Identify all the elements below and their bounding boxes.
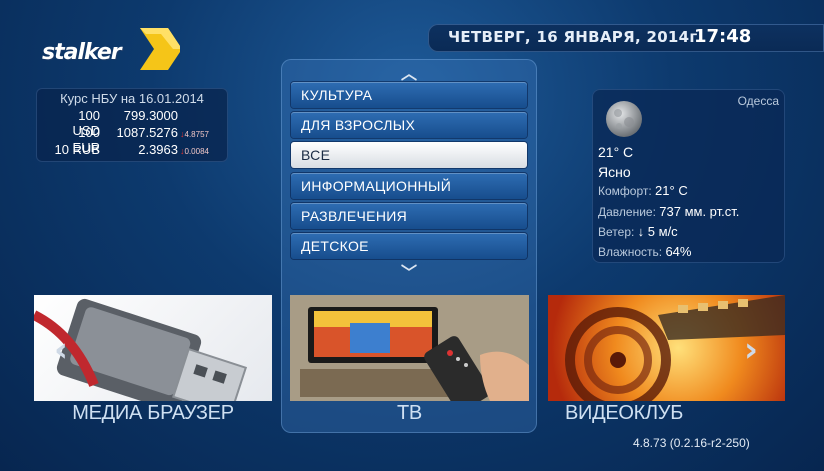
date-time-bar: ЧЕТВЕРГ, 16 ЯНВАРЯ, 2014г. 17:48 — [428, 24, 824, 52]
wind-label: Ветер: — [598, 225, 635, 239]
scroll-up-chevron-icon[interactable]: ︿ — [281, 60, 537, 84]
media-browser-label: МЕДИА БРАУЗЕР — [72, 402, 234, 424]
humidity-label: Влажность: — [598, 245, 663, 259]
scroll-down-chevron-icon[interactable]: ﹀ — [281, 259, 537, 283]
pressure-label: Давление: — [598, 205, 656, 219]
currency-change: ↓0.0084 — [180, 146, 209, 156]
weather-comfort: Комфорт: 21° C — [598, 183, 688, 198]
weather-panel: Одесса 21° C Ясно Комфорт: 21° C Давлени… — [592, 89, 785, 263]
currency-value: 1087.5276 — [116, 125, 178, 140]
currency-row: 10 RUB 2.3963 ↓0.0084 — [36, 142, 228, 159]
weather-wind: Ветер: ↓ 5 м/с — [598, 224, 678, 239]
currency-name: 10 RUB — [54, 142, 100, 157]
current-date: ЧЕТВЕРГ, 16 ЯНВАРЯ, 2014г. — [448, 28, 704, 46]
media-browser-tile[interactable] — [34, 295, 272, 401]
version-text: 4.8.73 (0.2.16-r2-250) — [633, 436, 750, 450]
wind-value: ↓ 5 м/с — [637, 224, 678, 239]
currency-row: 100 USD 799.3000 — [36, 108, 228, 138]
weather-humidity: Влажность: 64% — [598, 244, 691, 259]
weather-city: Одесса — [737, 94, 779, 108]
weather-condition: Ясно — [598, 164, 631, 180]
category-item-selected[interactable]: ВСЕ — [291, 142, 527, 168]
next-arrow-icon[interactable]: › — [744, 330, 758, 370]
current-time: 17:48 — [694, 26, 752, 47]
stalker-logo: stalker — [40, 26, 180, 72]
weather-temperature: 21° C — [598, 144, 634, 160]
category-item[interactable]: КУЛЬТУРА — [291, 82, 527, 108]
currency-value: 799.3000 — [123, 108, 178, 123]
currency-value: 2.3963 — [138, 142, 178, 157]
category-item[interactable]: ДЛЯ ВЗРОСЛЫХ — [291, 112, 527, 138]
logo-text: stalker — [42, 40, 122, 65]
tv-tile[interactable] — [290, 295, 529, 401]
tv-label: ТВ — [397, 402, 422, 424]
comfort-label: Комфорт: — [598, 184, 652, 198]
currency-change-value: 0.0084 — [184, 147, 209, 156]
comfort-value: 21° C — [655, 183, 688, 198]
humidity-value: 64% — [665, 244, 692, 259]
weather-pressure: Давление: 737 мм. рт.ст. — [598, 204, 739, 219]
category-item[interactable]: ДЕТСКОЕ — [291, 233, 527, 259]
pressure-value: 737 мм. рт.ст. — [659, 204, 740, 219]
currency-title: Курс НБУ на 16.01.2014 — [60, 91, 204, 106]
previous-arrow-icon[interactable]: ‹ — [54, 330, 68, 370]
usb-drive-icon — [34, 298, 248, 401]
currency-row: 100 EUR 1087.5276 ↓4.8757 — [36, 125, 228, 155]
category-item[interactable]: РАЗВЛЕЧЕНИЯ — [291, 203, 527, 229]
video-club-label: ВИДЕОКЛУБ — [564, 402, 684, 424]
tv-remote-icon — [290, 295, 529, 401]
currency-change: ↓4.8757 — [180, 129, 209, 139]
currency-change-value: 4.8757 — [184, 130, 209, 139]
moon-icon — [606, 101, 642, 137]
currency-rates-panel: Курс НБУ на 16.01.2014 100 USD 799.3000 … — [36, 88, 228, 162]
category-item[interactable]: ИНФОРМАЦИОННЫЙ — [291, 173, 527, 199]
